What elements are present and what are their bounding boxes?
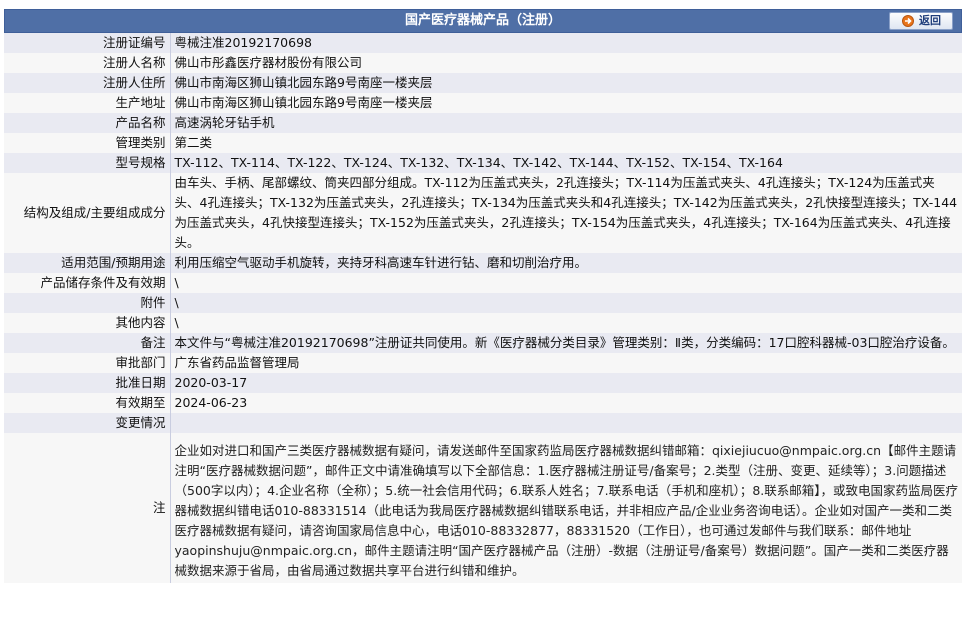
field-label: 变更情况 bbox=[4, 413, 170, 433]
field-value: 本文件与“粤械注准20192170698”注册证共同使用。新《医疗器械分类目录》… bbox=[169, 333, 962, 353]
table-row: 有效期至 2024-06-23 bbox=[4, 393, 962, 413]
field-label: 管理类别 bbox=[4, 133, 170, 153]
field-value: 佛山市彤鑫医疗器材股份有限公司 bbox=[169, 53, 962, 73]
field-value: 第二类 bbox=[169, 133, 962, 153]
table-row: 注册证编号 粤械注准20192170698 bbox=[4, 33, 962, 53]
table-row: 型号规格 TX-112、TX-114、TX-122、TX-124、TX-132、… bbox=[4, 153, 962, 173]
table-row: 附件 \ bbox=[4, 293, 962, 313]
field-label: 注 bbox=[4, 433, 170, 583]
field-label: 结构及组成/主要组成成分 bbox=[4, 173, 170, 253]
field-value: 由车头、手柄、尾部螺纹、筒夹四部分组成。TX-112为压盖式夹头，2孔连接头；T… bbox=[169, 173, 962, 253]
table-row: 产品储存条件及有效期 \ bbox=[4, 273, 962, 293]
field-label: 注册证编号 bbox=[4, 33, 170, 53]
table-row: 注册人住所 佛山市南海区狮山镇北园东路9号南座一楼夹层 bbox=[4, 73, 962, 93]
table-row: 备注 本文件与“粤械注准20192170698”注册证共同使用。新《医疗器械分类… bbox=[4, 333, 962, 353]
field-label: 批准日期 bbox=[4, 373, 170, 393]
table-row: 审批部门 广东省药品监督管理局 bbox=[4, 353, 962, 373]
field-label: 审批部门 bbox=[4, 353, 170, 373]
field-value: \ bbox=[169, 293, 962, 313]
field-label: 其他内容 bbox=[4, 313, 170, 333]
field-label: 型号规格 bbox=[4, 153, 170, 173]
field-value: 2020-03-17 bbox=[169, 373, 962, 393]
field-value bbox=[169, 413, 962, 433]
table-row: 结构及组成/主要组成成分 由车头、手柄、尾部螺纹、筒夹四部分组成。TX-112为… bbox=[4, 173, 962, 253]
field-value: \ bbox=[169, 313, 962, 333]
detail-table: 注册证编号 粤械注准20192170698 注册人名称 佛山市彤鑫医疗器材股份有… bbox=[4, 33, 962, 583]
field-label: 适用范围/预期用途 bbox=[4, 253, 170, 273]
field-value: 佛山市南海区狮山镇北园东路9号南座一楼夹层 bbox=[169, 73, 962, 93]
back-button[interactable]: 返回 bbox=[889, 12, 953, 30]
field-value: 高速涡轮牙钻手机 bbox=[169, 113, 962, 133]
arrow-right-icon bbox=[901, 15, 915, 27]
field-value: TX-112、TX-114、TX-122、TX-124、TX-132、TX-13… bbox=[169, 153, 962, 173]
field-label: 注册人住所 bbox=[4, 73, 170, 93]
field-label: 生产地址 bbox=[4, 93, 170, 113]
back-button-label: 返回 bbox=[919, 14, 941, 27]
field-label: 产品名称 bbox=[4, 113, 170, 133]
notice-text: 企业如对进口和国产三类医疗器械数据有疑问，请发送邮件至国家药监局医疗器械数据纠错… bbox=[169, 433, 962, 583]
field-value: 利用压缩空气驱动手机旋转，夹持牙科高速车针进行钻、磨和切削治疗用。 bbox=[169, 253, 962, 273]
page-title: 国产医疗器械产品（注册） bbox=[404, 13, 561, 28]
field-label: 有效期至 bbox=[4, 393, 170, 413]
table-row: 批准日期 2020-03-17 bbox=[4, 373, 962, 393]
field-value: \ bbox=[169, 273, 962, 293]
table-row: 产品名称 高速涡轮牙钻手机 bbox=[4, 113, 962, 133]
table-row: 管理类别 第二类 bbox=[4, 133, 962, 153]
field-value: 粤械注准20192170698 bbox=[169, 33, 962, 53]
table-row: 变更情况 bbox=[4, 413, 962, 433]
table-row: 适用范围/预期用途 利用压缩空气驱动手机旋转，夹持牙科高速车针进行钻、磨和切削治… bbox=[4, 253, 962, 273]
field-value: 2024-06-23 bbox=[169, 393, 962, 413]
table-row: 注册人名称 佛山市彤鑫医疗器材股份有限公司 bbox=[4, 53, 962, 73]
field-label: 附件 bbox=[4, 293, 170, 313]
table-row: 注 企业如对进口和国产三类医疗器械数据有疑问，请发送邮件至国家药监局医疗器械数据… bbox=[4, 433, 962, 583]
table-row: 生产地址 佛山市南海区狮山镇北园东路9号南座一楼夹层 bbox=[4, 93, 962, 113]
field-label: 产品储存条件及有效期 bbox=[4, 273, 170, 293]
field-label: 注册人名称 bbox=[4, 53, 170, 73]
field-value: 佛山市南海区狮山镇北园东路9号南座一楼夹层 bbox=[169, 93, 962, 113]
table-row: 其他内容 \ bbox=[4, 313, 962, 333]
field-value: 广东省药品监督管理局 bbox=[169, 353, 962, 373]
field-label: 备注 bbox=[4, 333, 170, 353]
panel-header: 国产医疗器械产品（注册） 返回 bbox=[4, 9, 962, 33]
record-panel: 国产医疗器械产品（注册） 返回 注册证编号 粤械注准20192170698 注册… bbox=[4, 9, 962, 583]
